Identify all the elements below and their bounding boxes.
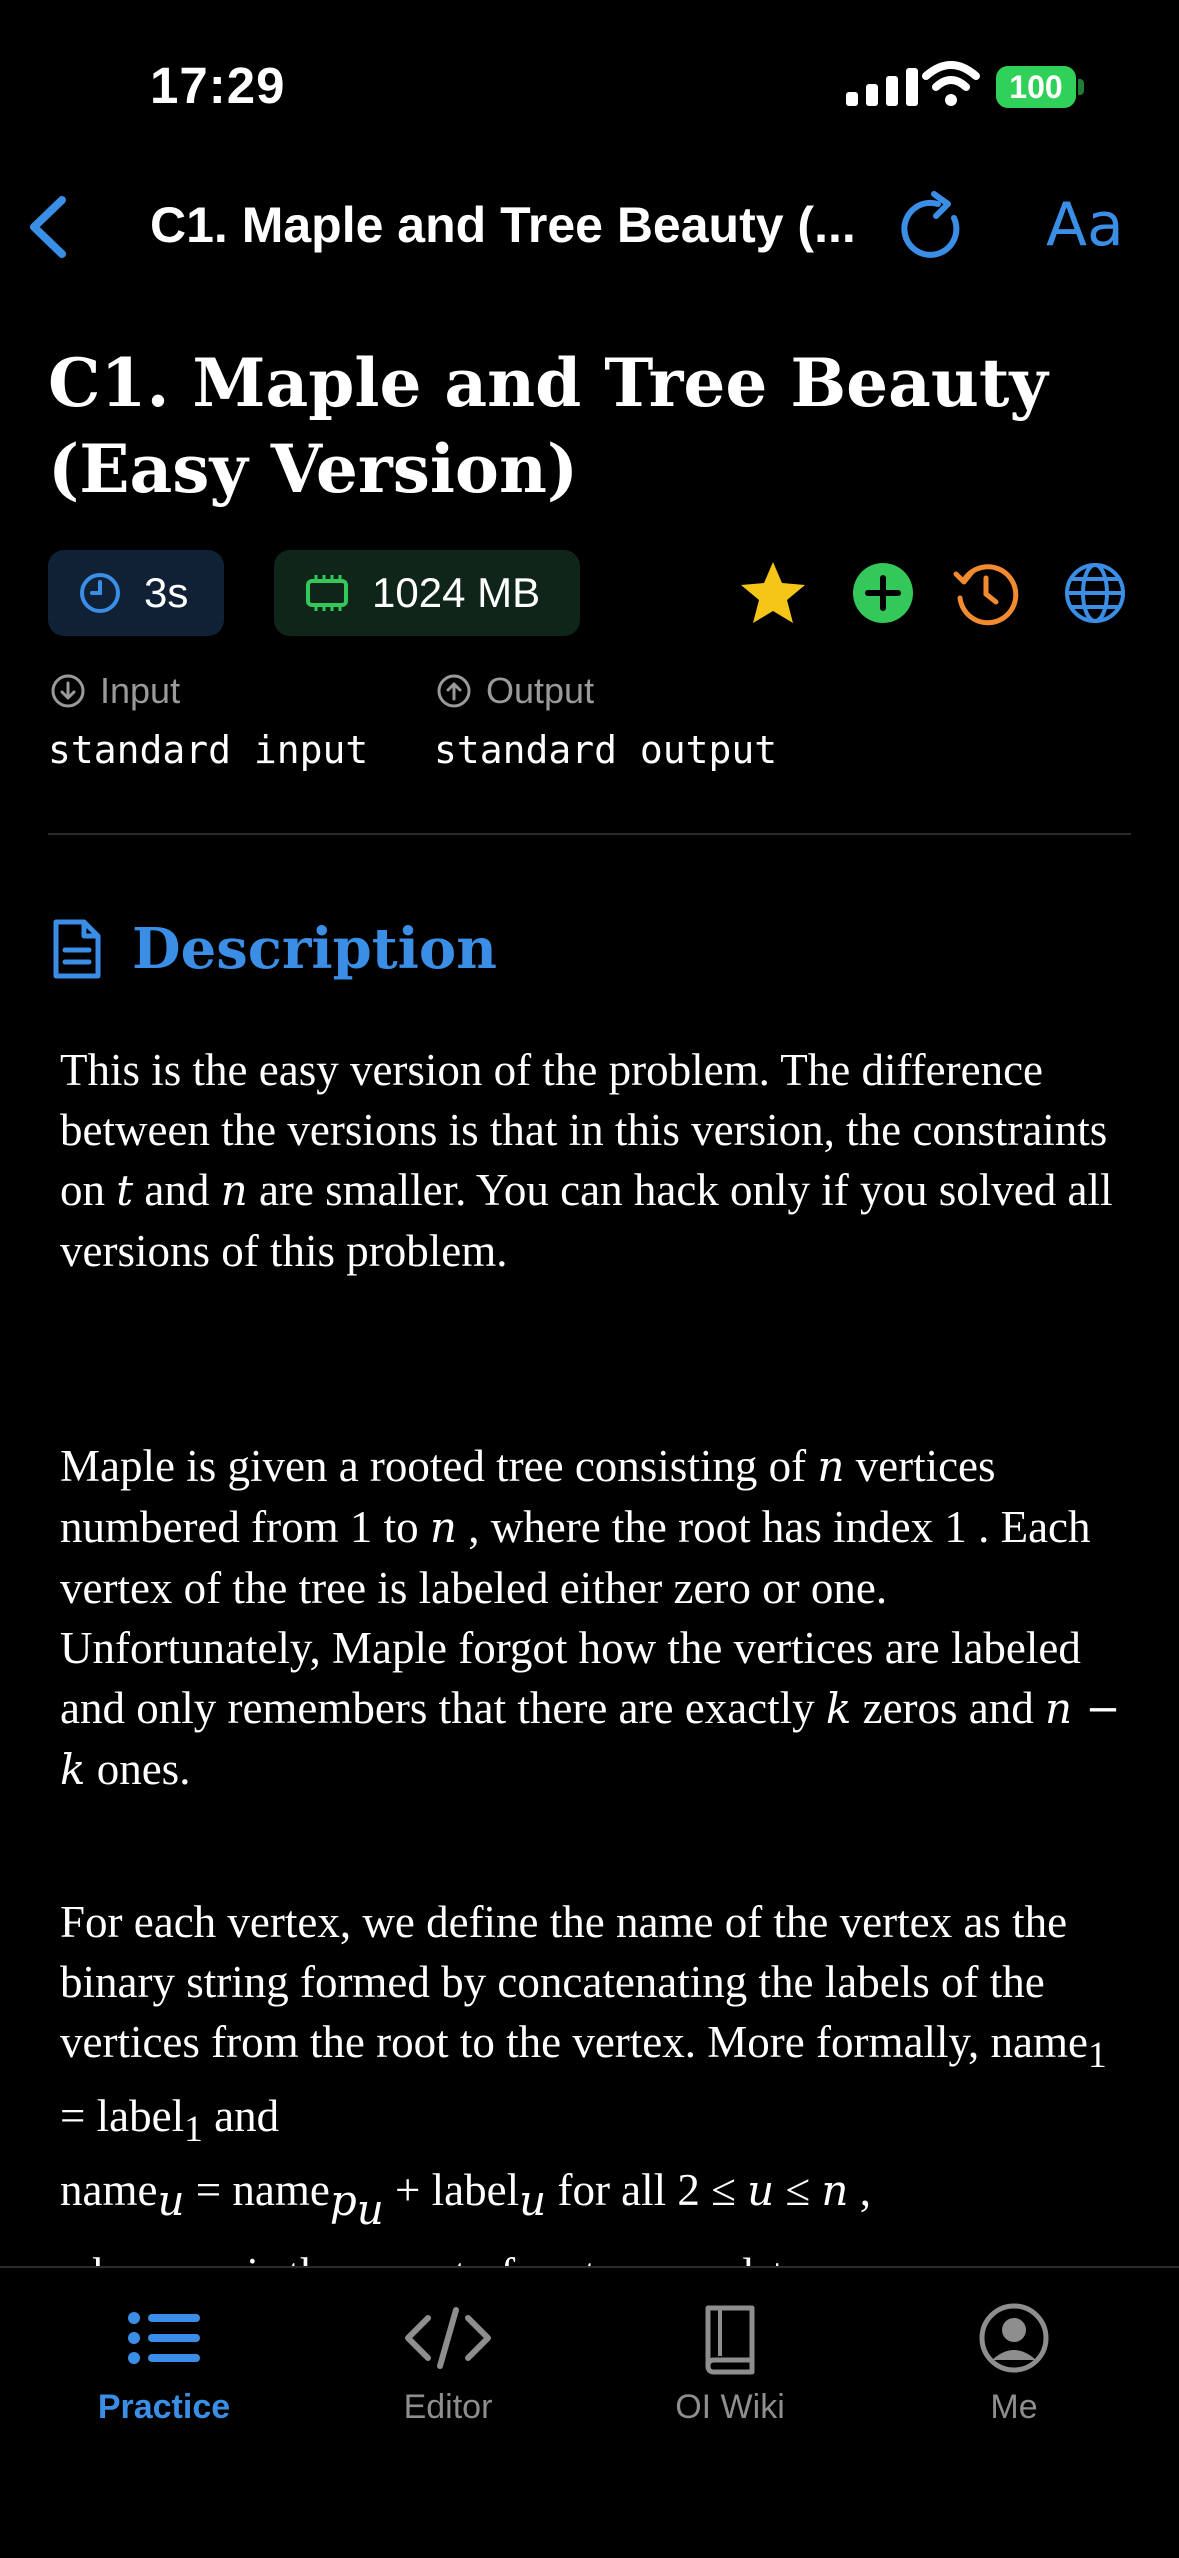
nav-title: C1. Maple and Tree Beauty (... — [150, 197, 856, 253]
description-paragraph-2: Maple is given a rooted tree consisting … — [60, 1436, 1140, 1800]
math-k: k — [825, 1684, 852, 1733]
math-n: n — [817, 1442, 845, 1491]
globe-icon[interactable] — [1060, 558, 1130, 628]
tab-editor-label: Editor — [403, 2388, 493, 2426]
star-icon[interactable] — [738, 558, 808, 628]
problem-title-line1: C1. Maple and Tree Beauty — [48, 344, 1048, 422]
wifi-icon — [922, 61, 980, 106]
math-n: n — [821, 2166, 849, 2215]
arrow-down-circle-icon — [51, 674, 85, 708]
p3-text-g: for all 2 ≤ — [546, 2165, 748, 2215]
p3-text-e: = name — [184, 2165, 330, 2215]
p3-sub: u — [157, 2176, 185, 2225]
tab-practice[interactable]: Practice — [64, 2300, 264, 2427]
output-value: standard output — [434, 728, 778, 772]
time-limit-value: 3s — [144, 569, 189, 616]
p3-sub: p — [329, 2176, 357, 2225]
tab-practice-label: Practice — [97, 2388, 231, 2426]
math-n: n — [220, 1166, 248, 1215]
output-label: Output — [436, 670, 594, 712]
list-icon — [128, 2312, 200, 2364]
code-icon — [405, 2307, 491, 2369]
time-limit-chip: 3s — [48, 550, 224, 636]
cellular-signal-icon — [846, 66, 918, 106]
arrow-up-circle-icon — [437, 674, 471, 708]
math-t: t — [116, 1166, 134, 1215]
math-u: u — [747, 2166, 775, 2215]
p3-text-d: name — [60, 2165, 158, 2215]
font-size-button[interactable]: Aa — [1046, 190, 1124, 260]
memory-chip-icon — [306, 575, 348, 611]
battery-cap — [1078, 79, 1084, 95]
back-chevron-icon[interactable] — [22, 194, 72, 260]
tab-oi-wiki-label: OI Wiki — [675, 2388, 785, 2426]
problem-title: C1. Maple and Tree Beauty (Easy Version) — [48, 340, 1148, 512]
book-icon — [705, 2305, 755, 2375]
tab-me[interactable]: Me — [914, 2300, 1114, 2427]
p3-text-b: = label — [60, 2091, 185, 2141]
status-bar: 17:29 100 — [0, 0, 1179, 170]
description-paragraph-3: For each vertex, we define the name of t… — [60, 1892, 1140, 2318]
description-paragraph-1: This is the easy version of the problem.… — [60, 1040, 1140, 1281]
person-icon — [979, 2303, 1049, 2373]
math-n: n — [429, 1503, 457, 1552]
p3-text-c: and — [202, 2091, 280, 2141]
input-value: standard input — [48, 728, 369, 772]
output-label-text: Output — [486, 670, 595, 711]
add-icon[interactable] — [848, 558, 918, 628]
status-time: 17:29 — [150, 57, 286, 114]
p3-sub: u — [519, 2176, 547, 2225]
section-divider — [48, 833, 1131, 835]
history-icon[interactable] — [950, 558, 1020, 628]
p2-text-e: ones. — [85, 1744, 191, 1794]
tab-me-label: Me — [990, 2388, 1038, 2426]
memory-limit-value: 1024 MB — [372, 569, 541, 616]
tab-oi-wiki[interactable]: OI Wiki — [630, 2300, 830, 2427]
input-label: Input — [50, 670, 180, 712]
p3-text-a: For each vertex, we define the name of t… — [60, 1897, 1088, 2067]
memory-limit-chip: 1024 MB — [274, 550, 580, 636]
p2-text-a: Maple is given a rooted tree consisting … — [60, 1441, 818, 1491]
input-label-text: Input — [100, 670, 181, 711]
reload-icon[interactable] — [898, 190, 970, 266]
description-heading: Description — [50, 916, 497, 982]
p3-text-h: ≤ — [774, 2165, 822, 2215]
problem-title-line2: (Easy Version) — [48, 430, 579, 508]
p2-text-d: zeros and — [851, 1683, 1046, 1733]
p3-text-i: , — [848, 2165, 871, 2215]
p3-text-f: + label — [383, 2165, 520, 2215]
description-heading-text: Description — [132, 916, 497, 982]
p3-sub: 1 — [184, 2109, 203, 2150]
clock-icon — [80, 573, 120, 613]
document-icon — [53, 919, 101, 979]
p3-subsub: u — [356, 2184, 384, 2234]
p1-text-b: and — [133, 1165, 221, 1215]
p3-sub: 1 — [1087, 2035, 1107, 2076]
tab-editor[interactable]: Editor — [348, 2300, 548, 2427]
battery-indicator: 100 — [996, 66, 1076, 108]
